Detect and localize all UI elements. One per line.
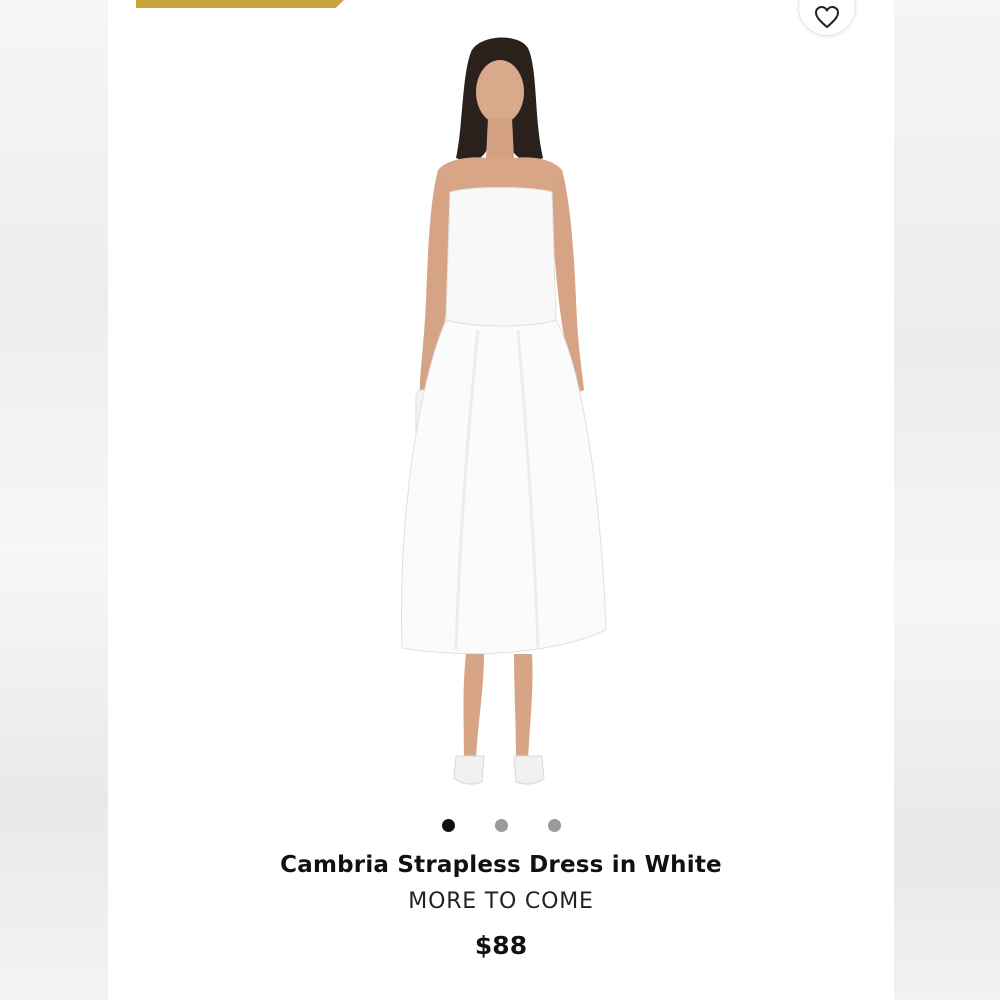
- product-title[interactable]: Cambria Strapless Dress in White: [108, 852, 894, 878]
- wishlist-button[interactable]: [798, 0, 856, 36]
- left-shoe: [453, 755, 485, 785]
- model-face: [476, 60, 524, 124]
- image-carousel-dots: [108, 819, 894, 832]
- heart-outline-icon: [815, 6, 839, 28]
- product-card: Cambria Strapless Dress in White MORE TO…: [108, 0, 894, 1000]
- background-blur-right: [894, 0, 1000, 1000]
- promo-banner: [136, 0, 344, 8]
- model-right-leg: [514, 654, 533, 760]
- dress-bodice: [445, 187, 557, 327]
- product-brand[interactable]: MORE TO COME: [108, 889, 894, 914]
- background-blur-left: [0, 0, 108, 1000]
- product-photo[interactable]: [338, 30, 664, 810]
- product-price: $88: [474, 931, 528, 960]
- carousel-dot-2[interactable]: [494, 819, 508, 832]
- model-left-leg: [463, 654, 484, 760]
- model-neck: [486, 118, 514, 158]
- carousel-dot-3[interactable]: [547, 819, 561, 832]
- screenshot-stage: Cambria Strapless Dress in White MORE TO…: [0, 0, 1000, 1000]
- carousel-dot-1[interactable]: [441, 819, 455, 832]
- right-shoe: [513, 755, 545, 785]
